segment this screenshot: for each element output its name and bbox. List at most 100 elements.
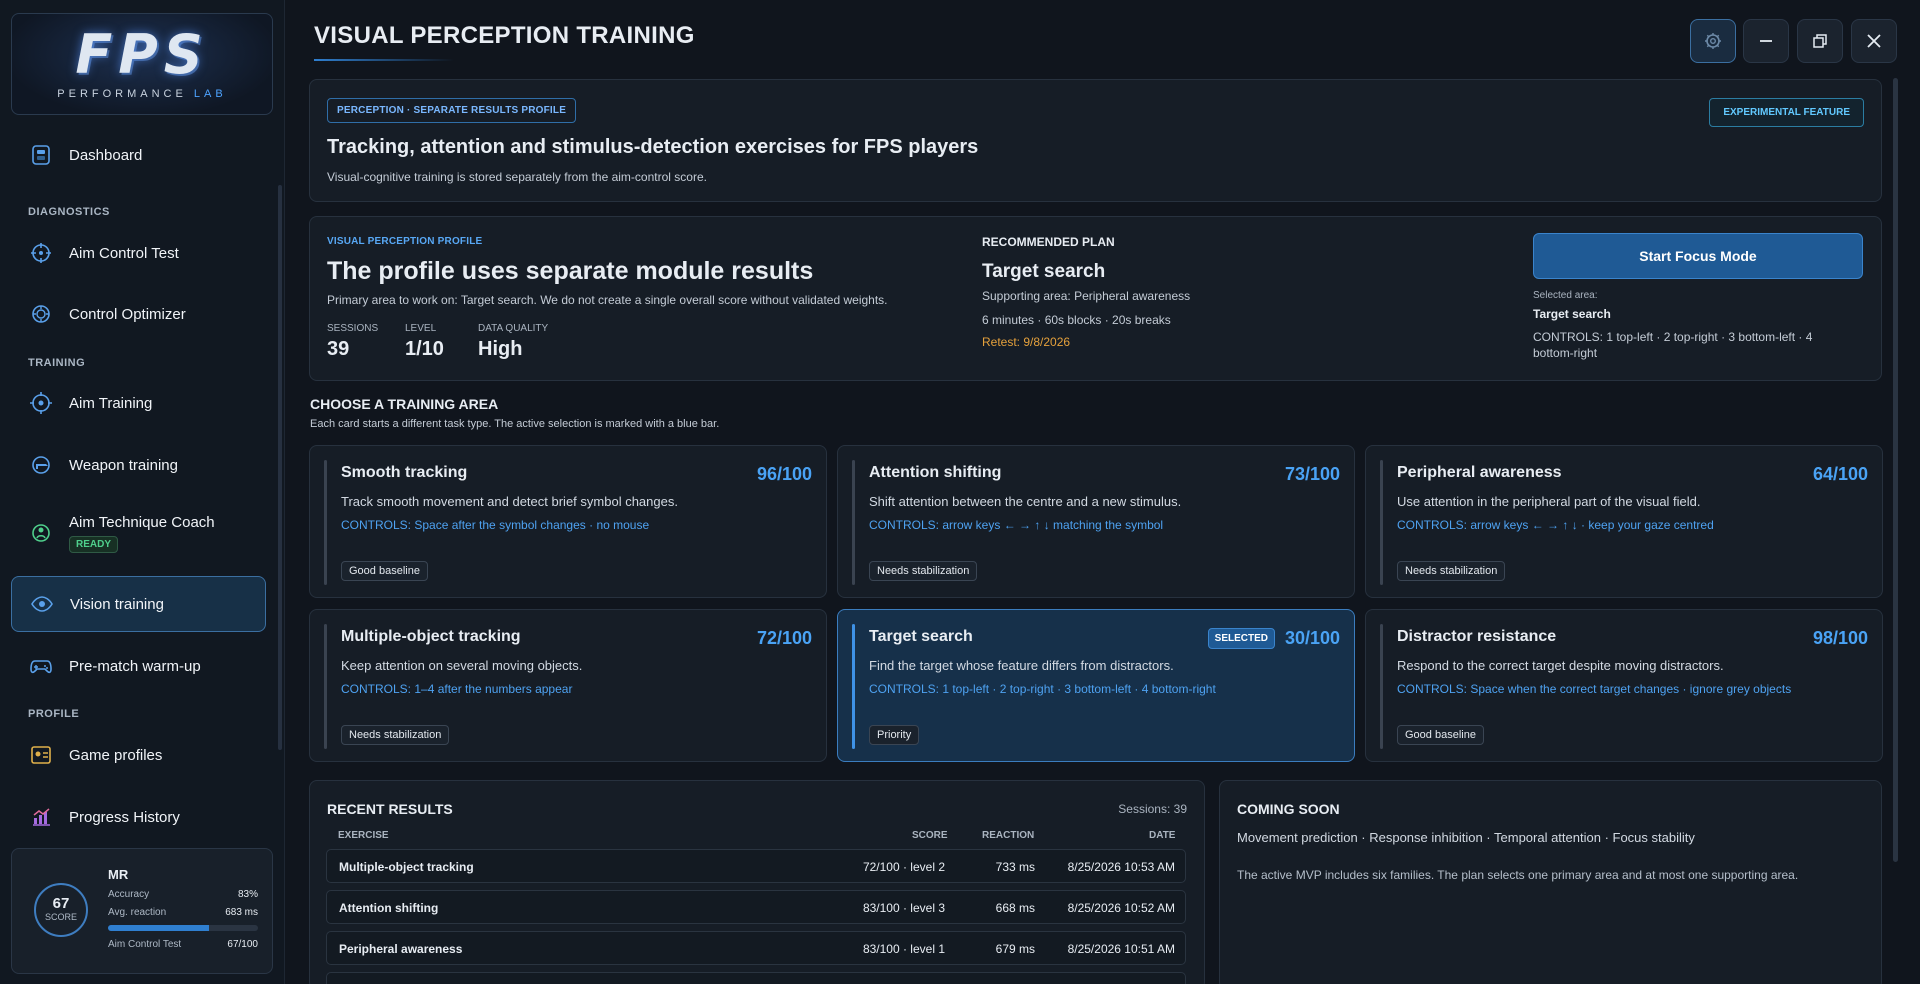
table-row[interactable]: Attention shifting 83/100 · level 3 668 … (326, 890, 1186, 924)
profile-pill: PERCEPTION · SEPARATE RESULTS PROFILE (327, 98, 577, 123)
table-row[interactable] (326, 972, 1186, 984)
card-tag: Needs stabilization (341, 725, 450, 745)
card-score: 64/100 (1812, 464, 1868, 484)
card-description: Shift attention between the centre and a… (869, 494, 1182, 509)
minimize-button[interactable] (1743, 19, 1789, 63)
card-multiple-object-tracking[interactable]: Multiple-object tracking 72/100 Keep att… (309, 609, 827, 762)
sidebar-item-aim-technique-coach[interactable]: Aim Technique Coach READY (11, 502, 266, 564)
score-ring: 67 SCORE (34, 883, 88, 937)
stat-sessions: SESSIONS 39 (327, 323, 379, 360)
plan-support: Supporting area: Peripheral awareness (982, 289, 1191, 303)
stat-data-quality: DATA QUALITY High (478, 323, 549, 360)
plan-area: Target search (982, 261, 1106, 282)
table-row[interactable]: Peripheral awareness 83/100 · level 1 67… (326, 931, 1186, 965)
score-label: SCORE (44, 912, 77, 922)
cell-score: 83/100 · level 1 (862, 942, 945, 956)
profile-card-icon (29, 743, 53, 767)
app-window: FPS PERFORMANCE LAB Dashboard DIAGNOSTIC… (0, 0, 1920, 984)
sidebar-item-weapon-training[interactable]: Weapon training (11, 437, 266, 493)
sidebar-item-label: Pre-match warm-up (69, 657, 201, 675)
sidebar-item-label: Aim Training (69, 394, 153, 412)
dashboard-icon (29, 143, 53, 167)
crosshair-icon (29, 241, 53, 265)
card-controls: CONTROLS: arrow keys ← → ↑ ↓ matching th… (869, 518, 1164, 532)
sidebar-item-dashboard[interactable]: Dashboard (11, 127, 266, 183)
aim-test-row: Aim Control Test 67/100 (108, 939, 258, 950)
sidebar-item-pre-match-warm-up[interactable]: Pre-match warm-up (11, 638, 266, 694)
card-tag: Needs stabilization (1397, 561, 1506, 581)
card-score: 72/100 (756, 628, 812, 648)
card-controls: CONTROLS: Space when the correct target … (1397, 682, 1792, 696)
sidebar-item-label: Weapon training (69, 456, 178, 474)
results-heading: RECENT RESULTS (327, 801, 453, 817)
close-button[interactable] (1851, 19, 1897, 63)
card-score: 98/100 (1812, 628, 1868, 648)
app-logo[interactable]: FPS PERFORMANCE LAB (11, 13, 273, 115)
card-title: Target search (869, 628, 973, 645)
sidebar-item-control-optimizer[interactable]: Control Optimizer (11, 286, 266, 342)
target-icon (29, 391, 53, 415)
sidebar-item-label: Game profiles (69, 746, 163, 764)
gamepad-icon (29, 654, 53, 678)
sidebar-item-label: Vision training (70, 595, 164, 613)
coming-heading: COMING SOON (1237, 801, 1340, 817)
logo-subtitle: PERFORMANCE LAB (57, 88, 227, 100)
areas-heading: CHOOSE A TRAINING AREA (310, 396, 499, 412)
minimize-icon (1760, 40, 1772, 42)
cell-date: 8/25/2026 10:53 AM (1067, 860, 1175, 874)
cell-score: 72/100 · level 2 (862, 860, 945, 874)
table-row[interactable]: Multiple-object tracking 72/100 · level … (326, 849, 1186, 883)
card-score: 96/100 (756, 464, 812, 484)
coach-icon (29, 521, 53, 545)
card-target-search[interactable]: Target search SELECTED 30/100 Find the t… (837, 609, 1355, 762)
cell-exercise: Peripheral awareness (339, 942, 463, 956)
sidebar-scrollbar[interactable] (278, 185, 282, 750)
ready-badge: READY (69, 535, 119, 553)
coming-note: The active MVP includes six families. Th… (1237, 868, 1799, 882)
card-controls: CONTROLS: Space after the symbol changes… (341, 518, 650, 532)
sidebar-item-aim-training[interactable]: Aim Training (11, 375, 266, 431)
stat-level: LEVEL 1/10 (405, 323, 444, 360)
sidebar-item-progress-history[interactable]: Progress History (11, 789, 266, 845)
areas-subtext: Each card starts a different task type. … (310, 418, 720, 430)
section-diagnostics: DIAGNOSTICS (28, 206, 110, 218)
card-score: 73/100 (1284, 464, 1340, 484)
card-description: Find the target whose feature differs fr… (869, 658, 1174, 673)
sidebar-item-game-profiles[interactable]: Game profiles (11, 727, 266, 783)
section-training: TRAINING (28, 357, 86, 369)
accuracy-row: Accuracy 83% (108, 889, 258, 900)
weapon-icon (29, 453, 53, 477)
card-title: Attention shifting (869, 464, 1002, 481)
aim-test-progress-bar (108, 925, 258, 931)
optimizer-icon (29, 302, 53, 326)
intro-banner: PERCEPTION · SEPARATE RESULTS PROFILE EX… (309, 79, 1882, 202)
gear-icon (1705, 33, 1721, 49)
main-scrollbar[interactable] (1893, 78, 1898, 862)
card-peripheral-awareness[interactable]: Peripheral awareness 64/100 Use attentio… (1365, 445, 1883, 598)
results-sessions: Sessions: 39 (1118, 802, 1187, 816)
card-tag: Needs stabilization (869, 561, 978, 581)
sidebar-item-vision-training[interactable]: Vision training (11, 576, 266, 632)
score-value: 67 (52, 895, 70, 912)
cell-date: 8/25/2026 10:52 AM (1067, 901, 1175, 915)
profile-heading: The profile uses separate module results (327, 257, 814, 285)
card-smooth-tracking[interactable]: Smooth tracking 96/100 Track smooth move… (309, 445, 827, 598)
sidebar-item-label: Aim Technique Coach (69, 513, 215, 531)
settings-button[interactable] (1690, 19, 1736, 63)
user-summary-card[interactable]: 67 SCORE MR Accuracy 83% Avg. reaction 683… (11, 848, 273, 974)
card-attention-shifting[interactable]: Attention shifting 73/100 Shift attentio… (837, 445, 1355, 598)
selected-area-value: Target search (1533, 307, 1611, 321)
profile-subtext: Primary area to work on: Target search. … (327, 293, 888, 307)
card-distractor-resistance[interactable]: Distractor resistance 98/100 Respond to … (1365, 609, 1883, 762)
cell-score: 83/100 · level 3 (862, 901, 945, 915)
card-tag: Priority (869, 725, 920, 745)
sidebar-item-label: Progress History (69, 808, 180, 826)
sidebar-item-aim-control-test[interactable]: Aim Control Test (11, 225, 266, 281)
card-tag: Good baseline (341, 561, 428, 581)
start-focus-mode-button[interactable]: Start Focus Mode (1533, 233, 1863, 279)
maximize-button[interactable] (1797, 19, 1843, 63)
chart-icon (29, 805, 53, 829)
col-reaction: REACTION (982, 830, 1035, 841)
cell-date: 8/25/2026 10:51 AM (1067, 942, 1175, 956)
banner-heading: Tracking, attention and stimulus-detecti… (327, 136, 979, 158)
